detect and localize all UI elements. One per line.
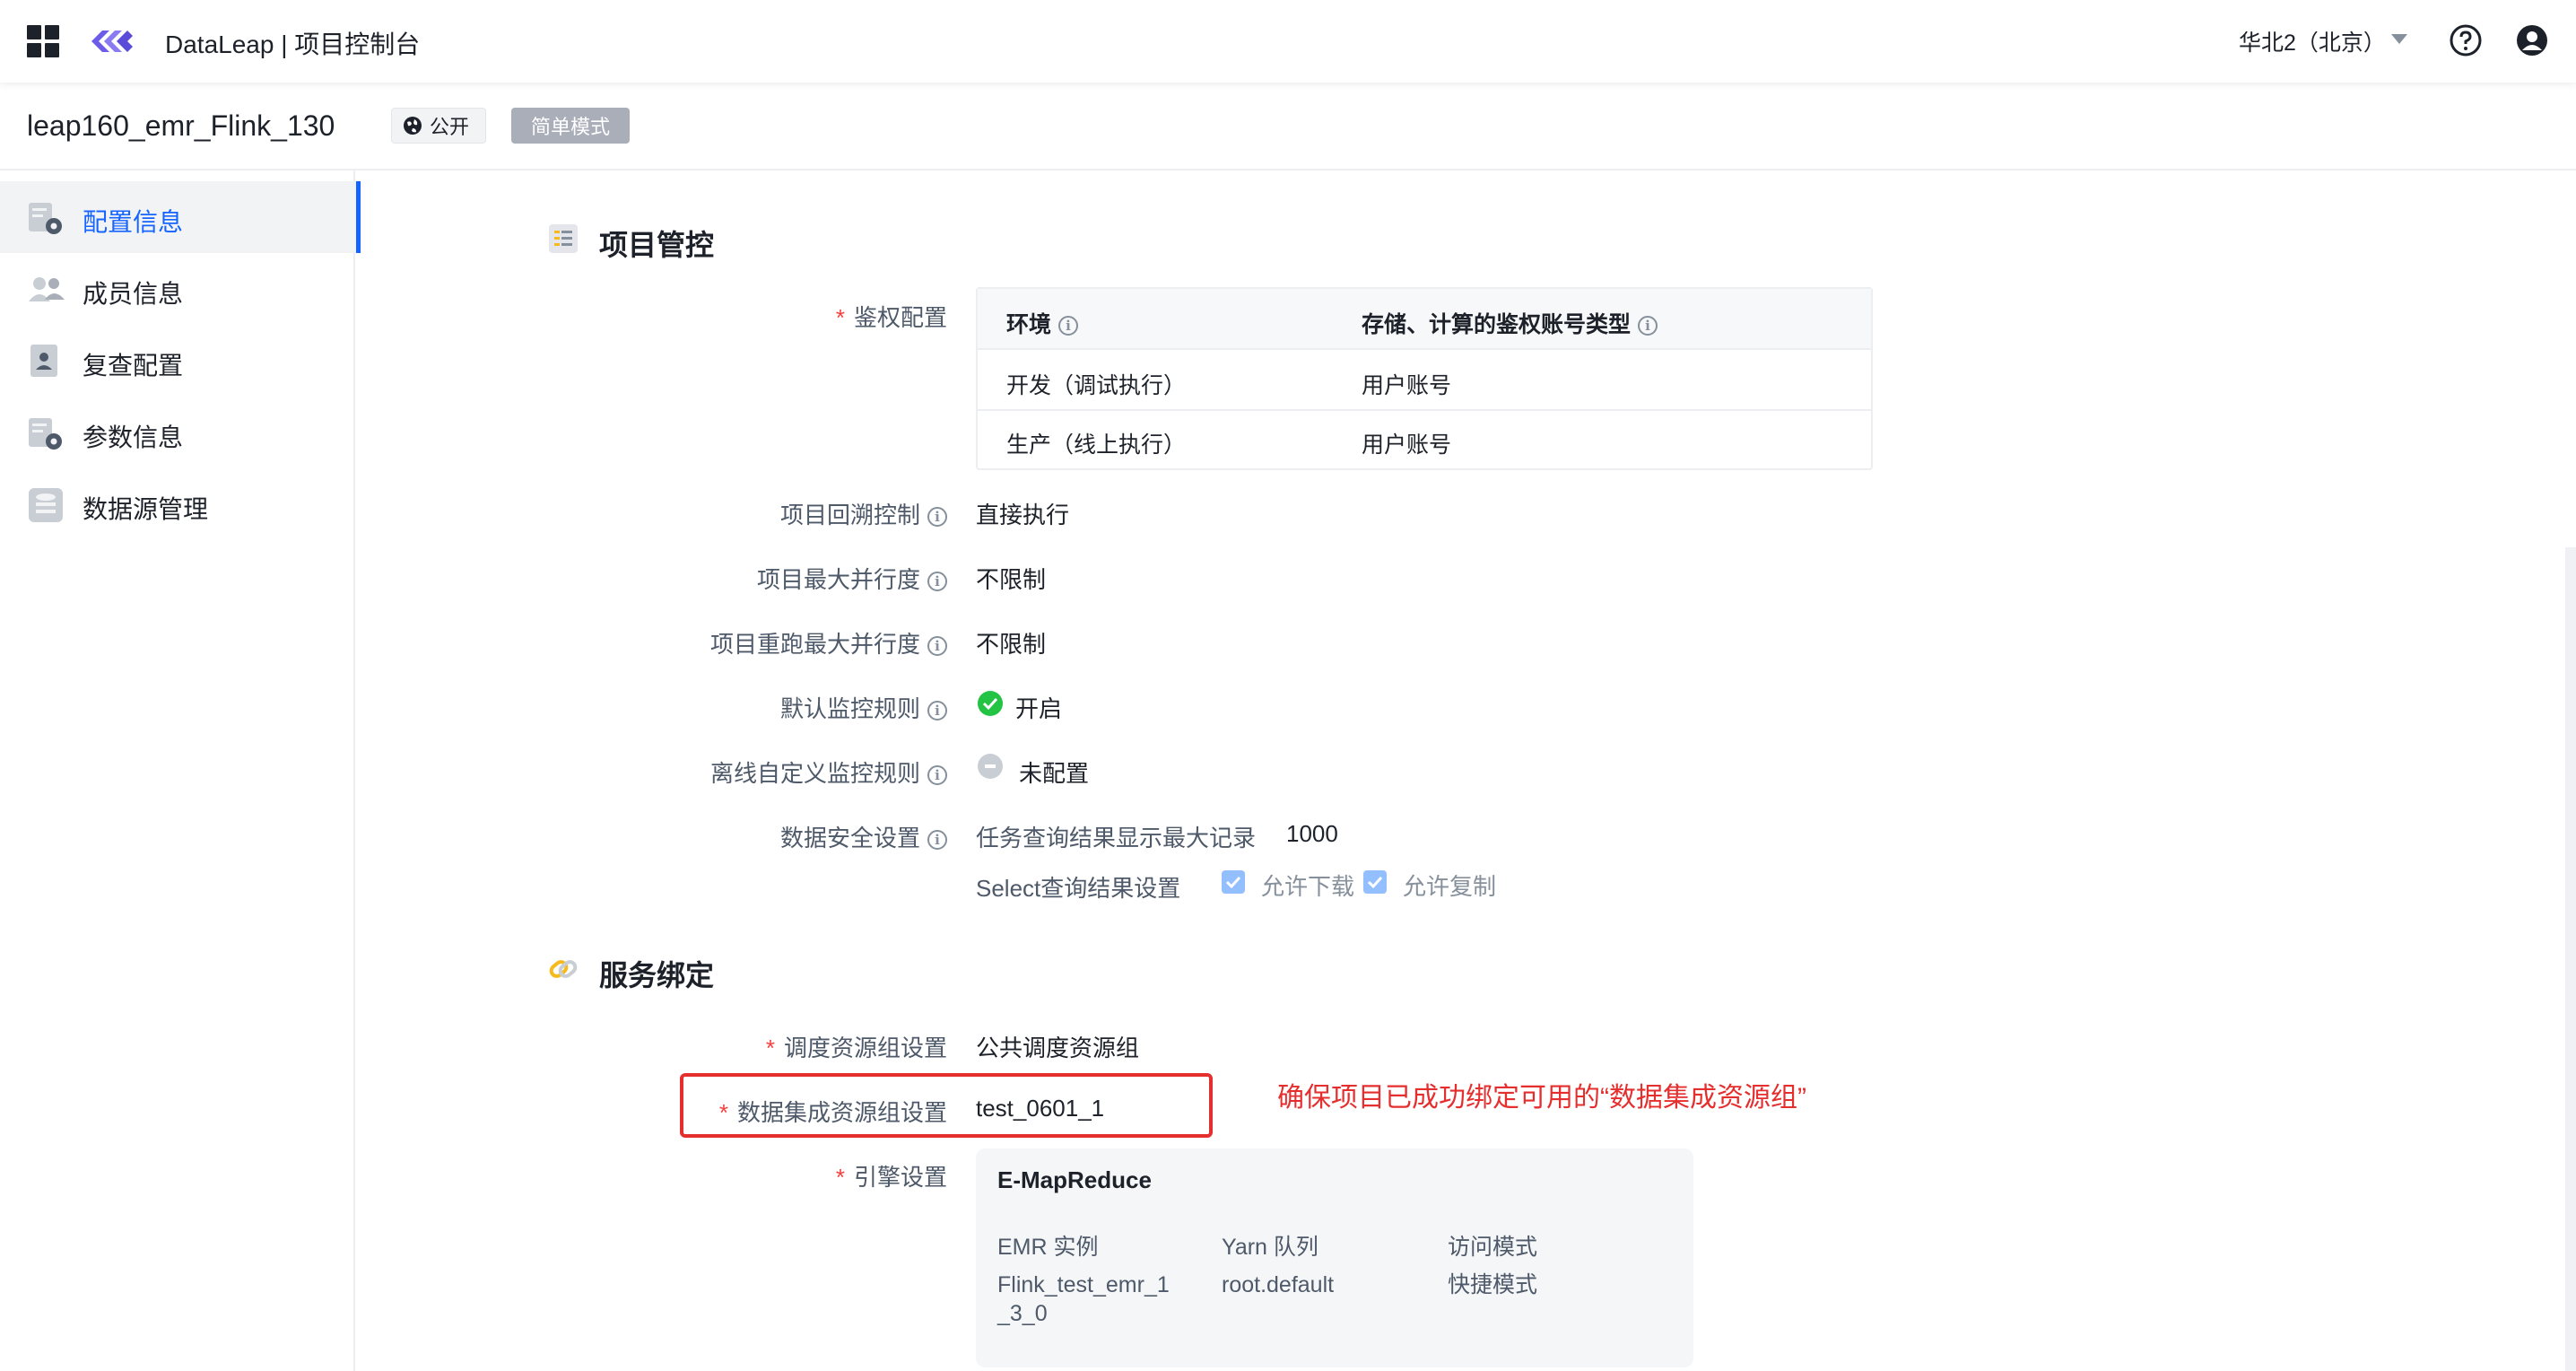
max-records-label: 任务查询结果显示最大记录 [976, 825, 1257, 851]
table-divider [978, 409, 1871, 411]
engine-mode-value: 快捷模式 [1448, 1272, 1538, 1297]
allow-download-checkbox[interactable] [1222, 870, 1245, 894]
info-icon[interactable]: i [927, 830, 947, 851]
allow-download-label: 允许下载 [1261, 873, 1355, 900]
engine-name: E-MapReduce [997, 1166, 1152, 1193]
app-title: DataLeap | 项目控制台 [165, 31, 421, 58]
visibility-label: 公开 [430, 116, 470, 138]
sidebar-item-label: 数据源管理 [83, 495, 209, 523]
info-icon[interactable]: i [927, 507, 947, 528]
required-mark: * [835, 1164, 845, 1191]
sidebar: 配置信息 成员信息 复查配置 参数信息 数据源管理 [0, 170, 361, 1371]
mode-tag: 简单模式 [511, 108, 630, 144]
table-cell: 开发（调试执行） [1006, 373, 1187, 398]
sidebar-item-params[interactable]: 参数信息 [0, 397, 359, 468]
annotation-text: 确保项目已成功绑定可用的“数据集成资源组” [1277, 1083, 1806, 1113]
project-name: leap160_emr_Flink_130 [27, 109, 335, 142]
engine-queue-value: root.default [1222, 1272, 1335, 1297]
info-icon[interactable]: i [1058, 316, 1079, 336]
table-cell: 用户账号 [1362, 373, 1452, 398]
engine-header-mode: 访问模式 [1448, 1235, 1538, 1260]
allow-copy-label: 允许复制 [1403, 873, 1497, 900]
datasource-icon [29, 488, 63, 522]
project-control-icon [549, 224, 578, 253]
minus-circle-icon [978, 754, 1003, 779]
globe-icon [404, 117, 422, 135]
schedule-group-label: * 调度资源组设置 [765, 1035, 947, 1061]
engine-label: * 引擎设置 [835, 1164, 947, 1191]
select-result-label: Select查询结果设置 [976, 875, 1181, 902]
review-icon [30, 345, 57, 377]
info-icon[interactable]: i [927, 701, 947, 721]
table-cell: 用户账号 [1362, 432, 1452, 458]
region-selector[interactable]: 华北2（北京） [2239, 25, 2386, 57]
max-records-value: 1000 [1286, 820, 1338, 847]
scrollbar[interactable] [2565, 547, 2576, 1371]
top-bar: DataLeap | 项目控制台 华北2（北京） [0, 0, 2576, 83]
max-parallelism-value: 不限制 [976, 566, 1047, 593]
link-icon [549, 960, 578, 978]
info-icon[interactable]: i [927, 765, 947, 786]
help-icon[interactable] [2449, 23, 2483, 57]
engine-header-instance: EMR 实例 [997, 1235, 1099, 1260]
sidebar-item-review[interactable]: 复查配置 [0, 325, 359, 397]
schedule-group-value: 公共调度资源组 [976, 1035, 1140, 1061]
members-icon [29, 277, 65, 301]
user-avatar-icon[interactable] [2515, 23, 2549, 57]
auth-table: 环境 i 存储、计算的鉴权账号类型 i 开发（调试执行） 用户账号 生产（线上执行）… [976, 287, 1873, 470]
table-cell: 生产（线上执行） [1006, 432, 1187, 458]
custom-monitor-label: 离线自定义监控规则 i [409, 755, 947, 789]
rerun-parallelism-label: 项目重跑最大并行度 i [409, 626, 947, 659]
params-icon [29, 418, 62, 450]
required-mark: * [835, 304, 845, 331]
engine-card: E-MapReduce EMR 实例 Yarn 队列 访问模式 Flink_te… [976, 1148, 1693, 1367]
backfill-control-value: 直接执行 [976, 502, 1070, 528]
custom-monitor-value: 未配置 [1019, 760, 1090, 787]
dataleap-logo[interactable] [88, 23, 136, 59]
allow-copy-checkbox[interactable] [1363, 870, 1387, 894]
section-title-project-control: 项目管控 [599, 229, 715, 261]
sidebar-item-label: 配置信息 [83, 208, 184, 236]
sidebar-item-label: 成员信息 [83, 280, 184, 308]
app-grid-icon[interactable] [27, 25, 59, 57]
visibility-tag: 公开 [391, 108, 486, 144]
required-mark: * [765, 1035, 775, 1061]
config-icon [29, 203, 62, 234]
engine-instance-value: Flink_test_emr_1 _3_0 [997, 1272, 1170, 1326]
check-circle-icon [978, 691, 1003, 716]
data-security-label: 数据安全设置 i [409, 820, 947, 853]
section-title-service-binding: 服务绑定 [599, 959, 715, 991]
rerun-parallelism-value: 不限制 [976, 631, 1047, 658]
sidebar-item-label: 参数信息 [83, 424, 184, 451]
sidebar-item-label: 复查配置 [83, 352, 184, 380]
table-header-env: 环境 i [1006, 307, 1079, 339]
default-monitor-value: 开启 [1015, 695, 1063, 722]
backfill-control-label: 项目回溯控制 i [409, 497, 947, 530]
project-header: leap160_emr_Flink_130 公开 简单模式 [0, 83, 2576, 170]
sidebar-item-config[interactable]: 配置信息 [0, 181, 361, 253]
info-icon[interactable]: i [927, 636, 947, 657]
annotation-highlight-box [680, 1073, 1213, 1138]
info-icon[interactable]: i [927, 572, 947, 592]
table-header-account-type: 存储、计算的鉴权账号类型 i [1362, 307, 1658, 339]
engine-header-queue: Yarn 队列 [1222, 1235, 1318, 1260]
auth-config-label: * 鉴权配置 [835, 304, 947, 331]
sidebar-item-datasource[interactable]: 数据源管理 [0, 468, 359, 540]
default-monitor-label: 默认监控规则 i [409, 691, 947, 724]
chevron-down-icon[interactable] [2391, 34, 2407, 44]
sidebar-item-members[interactable]: 成员信息 [0, 253, 359, 325]
max-parallelism-label: 项目最大并行度 i [409, 562, 947, 595]
info-icon[interactable]: i [1638, 316, 1658, 336]
